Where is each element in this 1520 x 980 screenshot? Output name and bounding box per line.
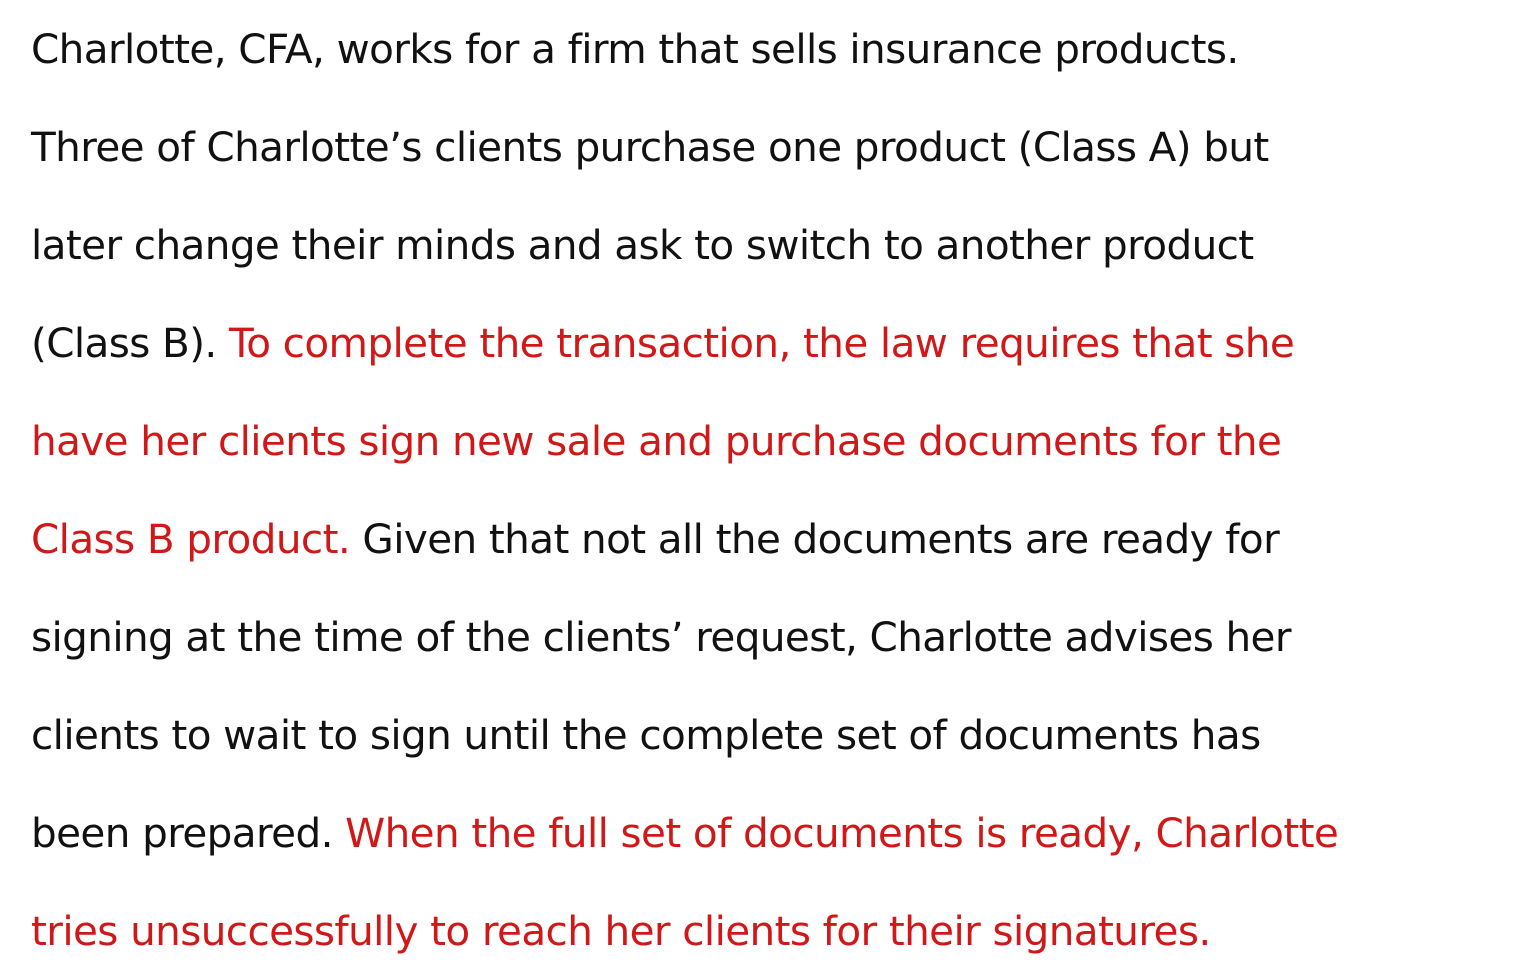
passage-line-2: Three of Charlotte’s clients purchase on… <box>31 98 1269 196</box>
highlighted-text: To complete the transaction, the law req… <box>228 319 1295 367</box>
passage-line-1: Charlotte, CFA, works for a firm that se… <box>31 0 1239 98</box>
passage-line-8: clients to wait to sign until the comple… <box>31 686 1261 784</box>
passage-text: Three of Charlotte’s clients purchase on… <box>31 123 1269 171</box>
passage-text: been prepared. <box>31 809 346 857</box>
passage-line-6: Class B product. Given that not all the … <box>31 490 1280 588</box>
highlighted-text: have her clients sign new sale and purch… <box>31 417 1282 465</box>
passage-line-4: (Class B). To complete the transaction, … <box>31 294 1295 392</box>
passage-text: later change their minds and ask to swit… <box>31 221 1254 269</box>
highlighted-text: Class B product. <box>31 515 351 563</box>
passage-line-3: later change their minds and ask to swit… <box>31 196 1254 294</box>
passage-text: clients to wait to sign until the comple… <box>31 711 1261 759</box>
passage-line-9: been prepared. When the full set of docu… <box>31 784 1339 882</box>
passage-text: signing at the time of the clients’ requ… <box>31 613 1292 661</box>
slide: Charlotte, CFA, works for a firm that se… <box>0 0 1520 960</box>
passage-line-10: tries unsuccessfully to reach her client… <box>31 882 1211 980</box>
passage-text: (Class B). <box>31 319 229 367</box>
passage-text: Given that not all the documents are rea… <box>350 515 1280 563</box>
passage-text: Charlotte, CFA, works for a firm that se… <box>31 25 1239 73</box>
passage-line-5: have her clients sign new sale and purch… <box>31 392 1282 490</box>
passage-line-7: signing at the time of the clients’ requ… <box>31 588 1292 686</box>
highlighted-text: When the full set of documents is ready,… <box>345 809 1339 857</box>
highlighted-text: tries unsuccessfully to reach her client… <box>31 907 1211 955</box>
